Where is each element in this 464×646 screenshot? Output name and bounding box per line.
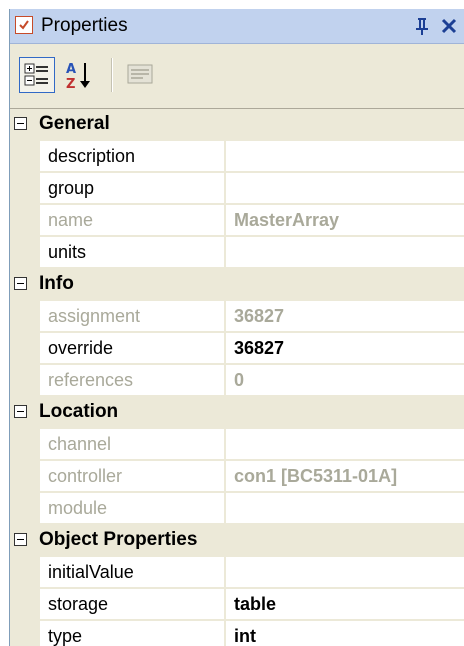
property-name[interactable]: module (40, 493, 225, 524)
property-row-channel[interactable]: channel (10, 429, 464, 461)
property-row-assignment[interactable]: assignment 36827 (10, 301, 464, 333)
collapse-icon[interactable] (14, 405, 27, 418)
title-bar: Properties (10, 9, 464, 44)
property-value[interactable] (226, 173, 464, 204)
alphabetical-button[interactable]: A Z (61, 57, 97, 93)
close-icon (441, 18, 457, 34)
property-row-controller[interactable]: controller con1 [BC5311-01A] (10, 461, 464, 493)
collapse-icon[interactable] (14, 277, 27, 290)
property-value[interactable] (226, 237, 464, 268)
category-label: General (39, 113, 110, 134)
property-pages-button[interactable] (123, 57, 159, 93)
property-value[interactable]: 36827 (226, 333, 464, 364)
property-name[interactable]: initialValue (40, 557, 225, 588)
property-row-override[interactable]: override 36827 (10, 333, 464, 365)
toolbar-separator (111, 58, 113, 92)
property-name[interactable]: type (40, 621, 225, 646)
property-value[interactable]: MasterArray (226, 205, 464, 236)
property-name[interactable]: group (40, 173, 225, 204)
collapse-icon[interactable] (14, 533, 27, 546)
property-value[interactable] (226, 429, 464, 460)
property-row-type[interactable]: type int (10, 621, 464, 646)
property-name[interactable]: controller (40, 461, 225, 492)
property-value[interactable] (226, 141, 464, 172)
property-name[interactable]: storage (40, 589, 225, 620)
categorized-icon (24, 63, 48, 86)
property-value[interactable]: table (226, 589, 464, 620)
property-row-description[interactable]: description (10, 141, 464, 173)
property-value[interactable]: con1 [BC5311-01A] (226, 461, 464, 492)
properties-panel: Properties A Z General description group… (9, 9, 464, 646)
pin-button[interactable] (411, 14, 433, 38)
pin-icon (416, 18, 428, 35)
category-info[interactable]: Info (10, 269, 464, 301)
svg-text:A: A (66, 62, 76, 77)
category-label: Info (39, 273, 74, 294)
close-button[interactable] (438, 14, 460, 38)
property-value[interactable]: int (226, 621, 464, 646)
property-name[interactable]: name (40, 205, 225, 236)
property-value[interactable]: 0 (226, 365, 464, 396)
property-name[interactable]: channel (40, 429, 225, 460)
property-row-storage[interactable]: storage table (10, 589, 464, 621)
property-row-group[interactable]: group (10, 173, 464, 205)
property-row-units[interactable]: units (10, 237, 464, 269)
properties-window-icon (15, 16, 33, 34)
property-value[interactable]: 36827 (226, 301, 464, 332)
categorized-button[interactable] (19, 57, 55, 93)
collapse-icon[interactable] (14, 117, 27, 130)
property-name[interactable]: units (40, 237, 225, 268)
property-row-name[interactable]: name MasterArray (10, 205, 464, 237)
category-object-properties[interactable]: Object Properties (10, 525, 464, 557)
property-grid: General description group name MasterArr… (10, 108, 464, 646)
property-name[interactable]: assignment (40, 301, 225, 332)
category-label: Location (39, 401, 119, 422)
property-row-module[interactable]: module (10, 493, 464, 525)
property-value[interactable] (226, 493, 464, 524)
property-row-references[interactable]: references 0 (10, 365, 464, 397)
property-name[interactable]: references (40, 365, 225, 396)
category-label: Object Properties (39, 529, 198, 550)
property-pages-icon (127, 64, 153, 84)
property-name[interactable]: override (40, 333, 225, 364)
property-row-initialvalue[interactable]: initialValue (10, 557, 464, 589)
category-location[interactable]: Location (10, 397, 464, 429)
toolbar: A Z (10, 44, 464, 107)
window-title: Properties (41, 15, 128, 36)
category-general[interactable]: General (10, 109, 464, 141)
property-value[interactable] (226, 557, 464, 588)
sort-az-icon: A Z (66, 62, 90, 92)
svg-text:Z: Z (66, 77, 75, 92)
property-name[interactable]: description (40, 141, 225, 172)
